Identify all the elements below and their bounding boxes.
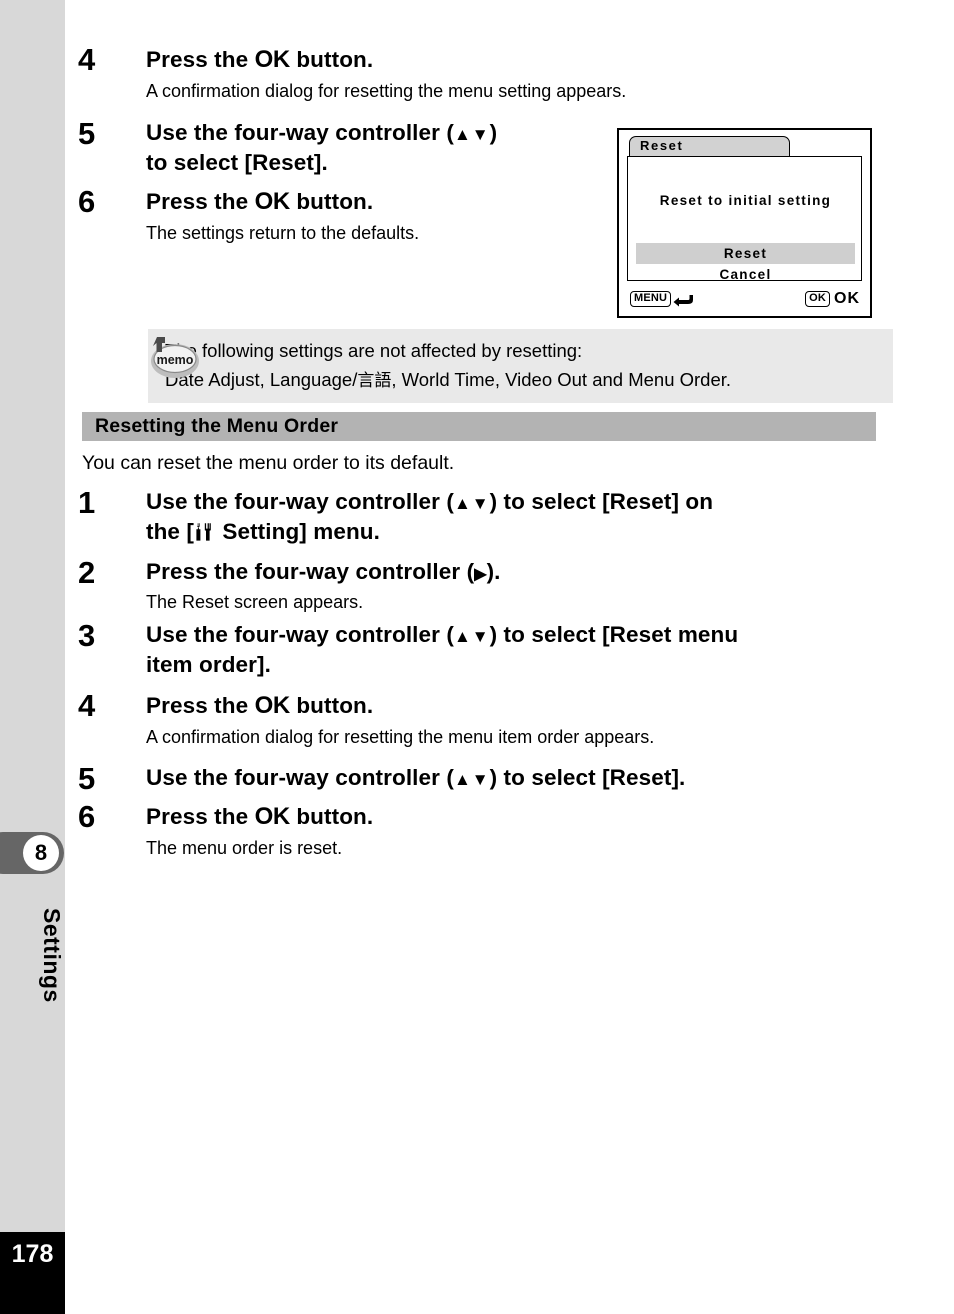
step-title-prefix: Press the four-way controller ( — [146, 559, 475, 584]
lcd-confirmation-dialog: Reset to initial setting Reset Cancel — [627, 156, 862, 284]
step-title-suffix: ) to select [Reset menu — [489, 622, 739, 647]
step-title: Press the OK button. — [146, 44, 626, 76]
step-body: Use the four-way controller (▲▼) to sele… — [146, 763, 685, 793]
ok-button-glyph: OK — [254, 46, 291, 73]
right-arrow-icon: ▶ — [474, 566, 487, 583]
step-title: Use the four-way controller (▲▼) to sele… — [146, 620, 738, 650]
step-title-prefix: Press the — [146, 804, 255, 829]
memo-note-box: The following settings are not affected … — [148, 329, 893, 403]
step-title-prefix: Press the — [146, 693, 255, 718]
memo-line-2-japanese: 言語 — [357, 371, 392, 392]
step-body: Press the OK button. A confirmation dial… — [146, 690, 654, 749]
ok-button-badge: OK — [805, 291, 830, 307]
setting-menu-icon — [194, 522, 216, 542]
step-number: 6 — [78, 799, 96, 834]
step-number: 4 — [78, 42, 96, 77]
menu-button-badge: MENU — [630, 291, 672, 307]
ok-button-glyph: OK — [254, 188, 291, 215]
lcd-menu-hint: MENU — [630, 291, 695, 307]
step-title: Press the four-way controller (▶). — [146, 557, 501, 587]
memo-line-2: Date Adjust, Language/言語, World Time, Vi… — [165, 365, 893, 395]
updown-arrow-icons: ▲▼ — [453, 125, 490, 144]
step-title-prefix: Use the four-way controller ( — [146, 489, 454, 514]
step-description: The menu order is reset. — [146, 837, 343, 858]
lcd-screen-illustration: Reset Reset to initial setting Reset Can… — [617, 128, 872, 318]
step-title-suffix: button. — [289, 47, 374, 72]
step-title-line2-prefix: the [ — [146, 518, 194, 544]
section-intro-text: You can reset the menu order to its defa… — [82, 452, 455, 474]
ok-button-glyph: OK — [254, 692, 291, 719]
left-sidebar-rail — [0, 0, 65, 1314]
lcd-option-reset-selected[interactable]: Reset — [636, 243, 855, 264]
step-title-suffix: ) to select [Reset] on — [489, 489, 714, 514]
step-title: Press the OK button. — [146, 186, 419, 218]
step-title: Use the four-way controller (▲▼) — [146, 118, 497, 148]
updown-arrow-icons: ▲▼ — [453, 494, 490, 513]
step-title-suffix: button. — [289, 693, 374, 718]
step-description: The settings return to the defaults. — [146, 222, 420, 243]
step-title-line2: the [ Setting] menu. — [146, 517, 713, 547]
step-body: Use the four-way controller (▲▼) to sele… — [146, 620, 738, 679]
page-number: 178 — [11, 1240, 54, 1268]
svg-text:memo: memo — [157, 353, 194, 367]
lcd-option-cancel[interactable]: Cancel — [636, 264, 855, 284]
lcd-ok-hint: OK OK — [805, 290, 860, 308]
step-description: The Reset screen appears. — [146, 591, 364, 612]
step-title-prefix: Press the — [146, 47, 255, 72]
step-title-prefix: Use the four-way controller ( — [146, 622, 454, 647]
step-description: A confirmation dialog for resetting the … — [146, 80, 627, 101]
lcd-tab-label: Reset — [640, 138, 684, 153]
step-body: Use the four-way controller (▲▼) to sele… — [146, 118, 497, 177]
step-title-suffix: button. — [289, 804, 374, 829]
step-title: Use the four-way controller (▲▼) to sele… — [146, 763, 685, 793]
return-arrow-icon — [673, 292, 695, 307]
updown-arrow-icons: ▲▼ — [453, 627, 490, 646]
chapter-label: Settings — [39, 907, 65, 1003]
lcd-footer-bar: MENU OK OK — [619, 285, 870, 318]
step-title-line2: item order]. — [146, 651, 271, 677]
step-number: 1 — [78, 485, 96, 520]
ok-button-glyph: OK — [254, 803, 291, 830]
step-body: Press the OK button. The menu order is r… — [146, 801, 373, 860]
step-body: Press the OK button. The settings return… — [146, 186, 419, 245]
step-body: Use the four-way controller (▲▼) to sele… — [146, 487, 713, 546]
step-title-suffix: ) to select [Reset]. — [489, 765, 686, 790]
step-title-line2-suffix: Setting] menu. — [216, 518, 380, 544]
step-title-suffix: ) — [489, 120, 498, 145]
memo-line-2-b: , World Time, Video Out and Menu Order. — [391, 369, 732, 391]
step-title-suffix: ). — [486, 559, 501, 584]
step-title-prefix: Use the four-way controller ( — [146, 120, 454, 145]
step-number: 4 — [78, 688, 96, 723]
memo-icon: memo — [145, 334, 203, 382]
step-number: 6 — [78, 184, 96, 219]
step-number: 2 — [78, 555, 96, 590]
updown-arrow-icons: ▲▼ — [453, 770, 490, 789]
step-description: A confirmation dialog for resetting the … — [146, 726, 655, 747]
step-title: Use the four-way controller (▲▼) to sele… — [146, 487, 713, 517]
step-title: Press the OK button. — [146, 801, 373, 833]
ok-label: OK — [834, 290, 860, 307]
memo-line-1: The following settings are not affected … — [165, 340, 583, 361]
step-number: 5 — [78, 116, 96, 151]
step-number: 5 — [78, 761, 96, 796]
step-title-line2: to select [Reset]. — [146, 149, 328, 175]
page-content: 4 Press the OK button. A confirmation di… — [65, 0, 954, 1314]
step-title-prefix: Press the — [146, 189, 255, 214]
chapter-number-badge: 8 — [23, 835, 59, 871]
step-body: Press the four-way controller (▶). The R… — [146, 557, 501, 614]
section-header-title: Resetting the Menu Order — [95, 415, 339, 437]
step-title-prefix: Use the four-way controller ( — [146, 765, 454, 790]
step-title-suffix: button. — [289, 189, 374, 214]
step-body: Press the OK button. A confirmation dial… — [146, 44, 626, 103]
lcd-dialog-message: Reset to initial setting — [659, 193, 832, 208]
step-number: 3 — [78, 618, 96, 653]
step-title: Press the OK button. — [146, 690, 654, 722]
